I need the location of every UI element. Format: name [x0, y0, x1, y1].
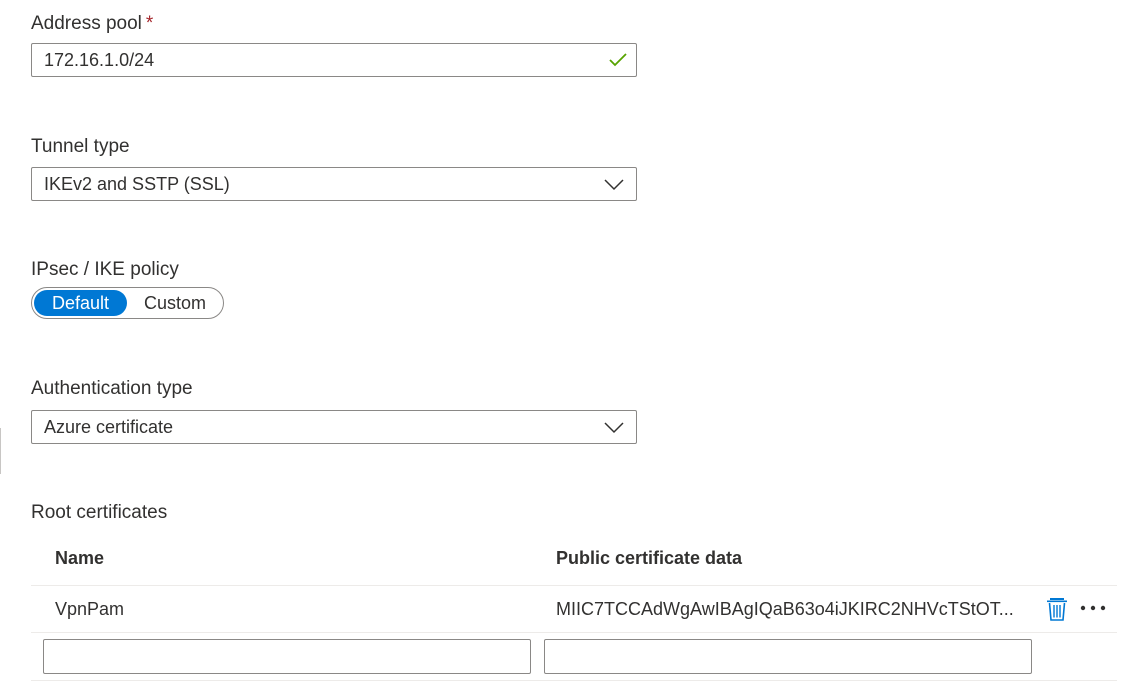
- more-options-icon[interactable]: [1080, 600, 1106, 616]
- row-divider: [31, 632, 1117, 633]
- delete-icon[interactable]: [1046, 597, 1068, 621]
- authentication-type-label: Authentication type: [31, 378, 193, 399]
- tunnel-type-dropdown[interactable]: IKEv2 and SSTP (SSL): [31, 167, 637, 201]
- ipsec-policy-toggle: Default Custom: [31, 287, 224, 319]
- tunnel-type-selected: IKEv2 and SSTP (SSL): [44, 174, 230, 194]
- row-divider: [31, 585, 1117, 586]
- new-certificate-data-input[interactable]: [544, 639, 1032, 674]
- panel-edge-divider: [0, 428, 1, 474]
- certificate-data-cell: MIIC7TCCAdWgAwIBAgIQaB63o4iJKIRC2NHVcTSt…: [556, 599, 1014, 619]
- address-pool-value: 172.16.1.0/24: [44, 50, 155, 70]
- address-pool-input[interactable]: 172.16.1.0/24: [31, 43, 637, 77]
- required-marker: *: [145, 13, 154, 34]
- certificate-name-cell: VpnPam: [55, 599, 125, 619]
- column-header-public-certificate-data: Public certificate data: [556, 548, 743, 568]
- row-divider: [31, 680, 1117, 681]
- checkmark-icon: [609, 53, 627, 67]
- column-header-name: Name: [55, 548, 105, 568]
- ipsec-policy-custom-option[interactable]: Custom: [132, 290, 218, 316]
- tunnel-type-label: Tunnel type: [31, 136, 130, 157]
- address-pool-label: Address pool *: [31, 13, 154, 34]
- chevron-down-icon: [604, 422, 624, 434]
- ipsec-policy-default-option[interactable]: Default: [34, 290, 127, 316]
- ipsec-policy-label: IPsec / IKE policy: [31, 259, 179, 280]
- root-certificates-label: Root certificates: [31, 502, 168, 523]
- new-certificate-name-input[interactable]: [43, 639, 531, 674]
- authentication-type-dropdown[interactable]: Azure certificate: [31, 410, 637, 444]
- authentication-type-selected: Azure certificate: [44, 417, 174, 437]
- chevron-down-icon: [604, 179, 624, 191]
